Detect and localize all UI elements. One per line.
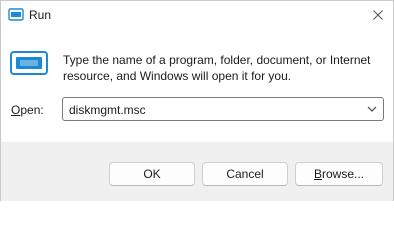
run-dialog: Run Type the name of a program, folder, … <box>0 0 394 201</box>
open-input[interactable]: diskmgmt.msc <box>69 102 146 118</box>
cancel-button[interactable]: Cancel <box>202 162 288 186</box>
close-icon <box>373 10 383 20</box>
run-icon <box>10 51 48 75</box>
chevron-down-icon <box>367 106 377 112</box>
button-bar: OK Cancel Browse... <box>1 142 393 201</box>
open-label: Open: <box>11 102 44 118</box>
title-bar[interactable]: Run <box>1 1 393 31</box>
run-app-icon <box>8 8 24 21</box>
ok-button[interactable]: OK <box>109 162 195 186</box>
browse-label: rowse... <box>322 167 365 181</box>
window-title: Run <box>29 8 52 22</box>
open-label-text: pen: <box>20 103 44 117</box>
run-description: Type the name of a program, folder, docu… <box>63 53 371 83</box>
browse-accel: B <box>313 167 322 181</box>
open-dropdown-button[interactable] <box>363 100 381 118</box>
browse-button[interactable]: Browse... <box>295 162 383 186</box>
close-button[interactable] <box>363 1 393 29</box>
open-combobox[interactable]: diskmgmt.msc <box>62 97 384 121</box>
open-label-accel: O <box>11 103 21 117</box>
